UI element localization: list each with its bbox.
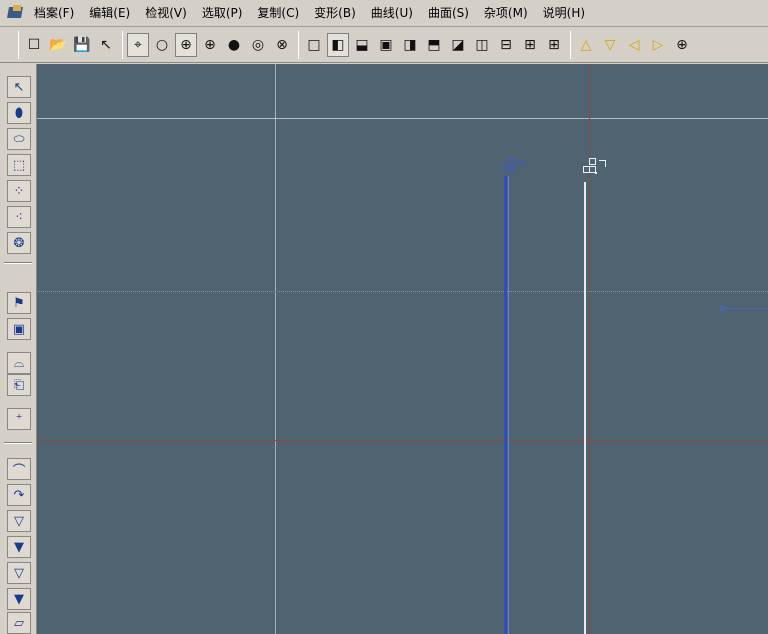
menu-item-2[interactable]: 编辑(E) xyxy=(83,0,139,26)
snap-point-icon[interactable]: ⌖ xyxy=(127,32,149,57)
axes-icon[interactable]: ⁺ xyxy=(7,408,31,430)
parallelogram-icon[interactable]: ▱ xyxy=(7,612,31,634)
triangle-bold-icon[interactable]: ▼ xyxy=(7,536,31,558)
arrow-left-icon[interactable]: ◁ xyxy=(623,33,645,57)
circle-x-icon[interactable]: ⊗ xyxy=(271,33,293,57)
split-four-bold-icon[interactable]: ⊞ xyxy=(543,33,565,57)
white-curve xyxy=(584,182,586,634)
zoom-icon[interactable]: ⊕ xyxy=(671,33,693,57)
menu-item-9[interactable]: 杂项(M) xyxy=(478,0,537,26)
view-top-icon[interactable]: ⬒ xyxy=(423,33,445,57)
menu-item-3[interactable]: 检视(V) xyxy=(139,0,196,26)
palette-separator xyxy=(4,262,32,264)
flag-icon[interactable]: ⚑ xyxy=(7,292,31,314)
arch-icon[interactable]: ⌒ xyxy=(7,458,31,480)
view-left-icon[interactable]: ◧ xyxy=(327,32,349,57)
circle-center-icon[interactable]: ⊕ xyxy=(175,32,197,57)
menu-item-5[interactable]: 复制(C) xyxy=(251,0,308,26)
menu-item-10[interactable]: 说明(H) xyxy=(537,0,594,26)
split-four-icon[interactable]: ⊞ xyxy=(519,33,541,57)
open-folder-icon[interactable]: 📂 xyxy=(47,33,69,57)
points-grid-icon[interactable]: ⁘ xyxy=(7,180,31,202)
edge-marker xyxy=(721,308,768,309)
doc-icon[interactable]: ⎗ xyxy=(7,374,31,396)
help-pointer-icon[interactable]: ↖ xyxy=(95,33,117,57)
viewport-canvas[interactable] xyxy=(37,64,768,634)
toolbar-group-2: ⌖ ○ ⊕ ⊕ ● ◎ ⊗ xyxy=(122,30,294,59)
filled-circle-icon[interactable]: ● xyxy=(223,33,245,57)
menu-item-6[interactable]: 变形(B) xyxy=(308,0,365,26)
tool-palette: ↖ ⬮ ⬭ ⬚ ⁘ ⁖ ❂ ⚑ ▣ ⌓ ⎗ ⁺ ⌒ ↷ ▽ ▼ ▽ ▼ ▱ xyxy=(0,64,37,634)
axis-line-vertical xyxy=(589,64,590,634)
palette-separator xyxy=(4,442,32,444)
split-horizontal-icon[interactable]: ⊟ xyxy=(495,33,517,57)
save-icon[interactable]: 💾 xyxy=(71,33,93,57)
view-square-icon[interactable]: □ xyxy=(303,33,325,57)
new-file-icon[interactable]: ☐ xyxy=(23,33,45,57)
app-logo-icon xyxy=(6,4,26,22)
view-right-icon[interactable]: ◨ xyxy=(399,33,421,57)
arrow-right-icon[interactable]: ▷ xyxy=(647,33,669,57)
arrow-up-icon[interactable]: △ xyxy=(575,33,597,57)
arc-arrow-icon[interactable]: ↷ xyxy=(7,484,31,506)
view-corner-icon[interactable]: ◪ xyxy=(447,33,469,57)
triangle-small-icon[interactable]: ▽ xyxy=(7,562,31,584)
points-pair-icon[interactable]: ⬮ xyxy=(7,102,31,124)
toolbar-group-4: △ ▽ ◁ ▷ ⊕ xyxy=(570,30,694,59)
grid-line-horizontal xyxy=(37,118,768,119)
main-toolbar: ☐ 📂 💾 ↖ ⌖ ○ ⊕ ⊕ ● ◎ ⊗ □ ◧ ⬓ ▣ ◨ ⬒ ◪ ◫ ⊟ ⊞ ⊞ △ ▽ ◁ ▷ ⊕ xyxy=(0,27,768,63)
circle-cross-icon[interactable]: ⊕ xyxy=(199,33,221,57)
edge-marker-dot xyxy=(720,306,725,311)
white-control-points[interactable] xyxy=(581,156,621,182)
triangle-outline-icon[interactable]: ▽ xyxy=(7,510,31,532)
dome-icon[interactable]: ⌓ xyxy=(7,352,31,374)
points-ring-icon[interactable]: ❂ xyxy=(7,232,31,254)
split-vertical-icon[interactable]: ◫ xyxy=(471,33,493,57)
points-corner-icon[interactable]: ⬚ xyxy=(7,154,31,176)
frame-icon[interactable]: ▣ xyxy=(7,318,31,340)
triangle-bold-small-icon[interactable]: ▼ xyxy=(7,588,31,610)
menu-bar: 档案(F) 编辑(E) 检视(V) 选取(P) 复制(C) 变形(B) 曲线(U) 曲面(S)… xyxy=(0,0,768,27)
blue-curve-edge xyxy=(508,176,509,634)
toolbar-group-3: □ ◧ ⬓ ▣ ◨ ⬒ ◪ ◫ ⊟ ⊞ ⊞ xyxy=(298,30,566,59)
toolbar-group-1: ☐ 📂 💾 ↖ xyxy=(18,30,118,59)
view-bottom-icon[interactable]: ⬓ xyxy=(351,33,373,57)
target-circle-icon[interactable]: ◎ xyxy=(247,33,269,57)
select-pointer-icon[interactable]: ↖ xyxy=(7,76,31,98)
blue-control-points[interactable] xyxy=(501,154,539,180)
dotted-guide-line xyxy=(37,291,768,293)
grid-line-vertical xyxy=(275,64,276,634)
circle-icon[interactable]: ○ xyxy=(151,33,173,57)
blue-curve xyxy=(504,176,507,634)
points-stack-icon[interactable]: ⬭ xyxy=(7,128,31,150)
view-bold-square-icon[interactable]: ▣ xyxy=(375,33,397,57)
points-diagonal-icon[interactable]: ⁖ xyxy=(7,206,31,228)
menu-item-1[interactable]: 档案(F) xyxy=(28,0,83,26)
arrow-down-icon[interactable]: ▽ xyxy=(599,33,621,57)
menu-item-8[interactable]: 曲面(S) xyxy=(422,0,478,26)
menu-item-7[interactable]: 曲线(U) xyxy=(365,0,422,26)
axis-line-horizontal xyxy=(37,440,768,441)
menu-item-4[interactable]: 选取(P) xyxy=(196,0,252,26)
